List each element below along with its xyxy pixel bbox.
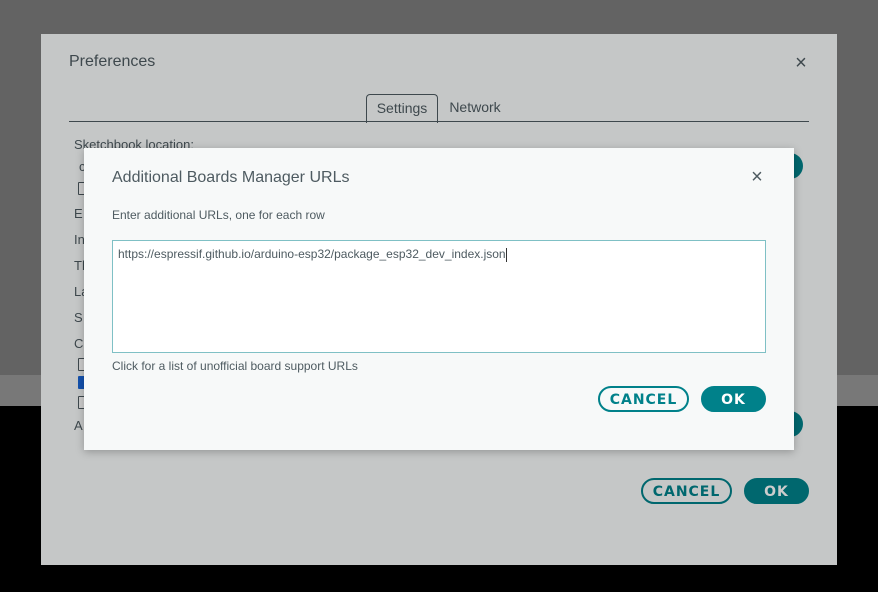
unofficial-urls-link[interactable]: Click for a list of unofficial board sup… (112, 359, 358, 373)
cancel-button[interactable]: CANCEL (598, 386, 689, 412)
dialog-instruction: Enter additional URLs, one for each row (112, 208, 325, 222)
close-icon[interactable]: × (748, 167, 766, 187)
urls-textarea-value: https://espressif.github.io/arduino-esp3… (118, 247, 506, 261)
dialog-title: Additional Boards Manager URLs (112, 169, 350, 186)
text-caret (505, 247, 507, 262)
urls-textarea[interactable]: https://espressif.github.io/arduino-esp3… (112, 240, 766, 353)
boards-manager-urls-dialog: Additional Boards Manager URLs × Enter a… (84, 148, 794, 450)
ok-button[interactable]: OK (701, 386, 766, 412)
